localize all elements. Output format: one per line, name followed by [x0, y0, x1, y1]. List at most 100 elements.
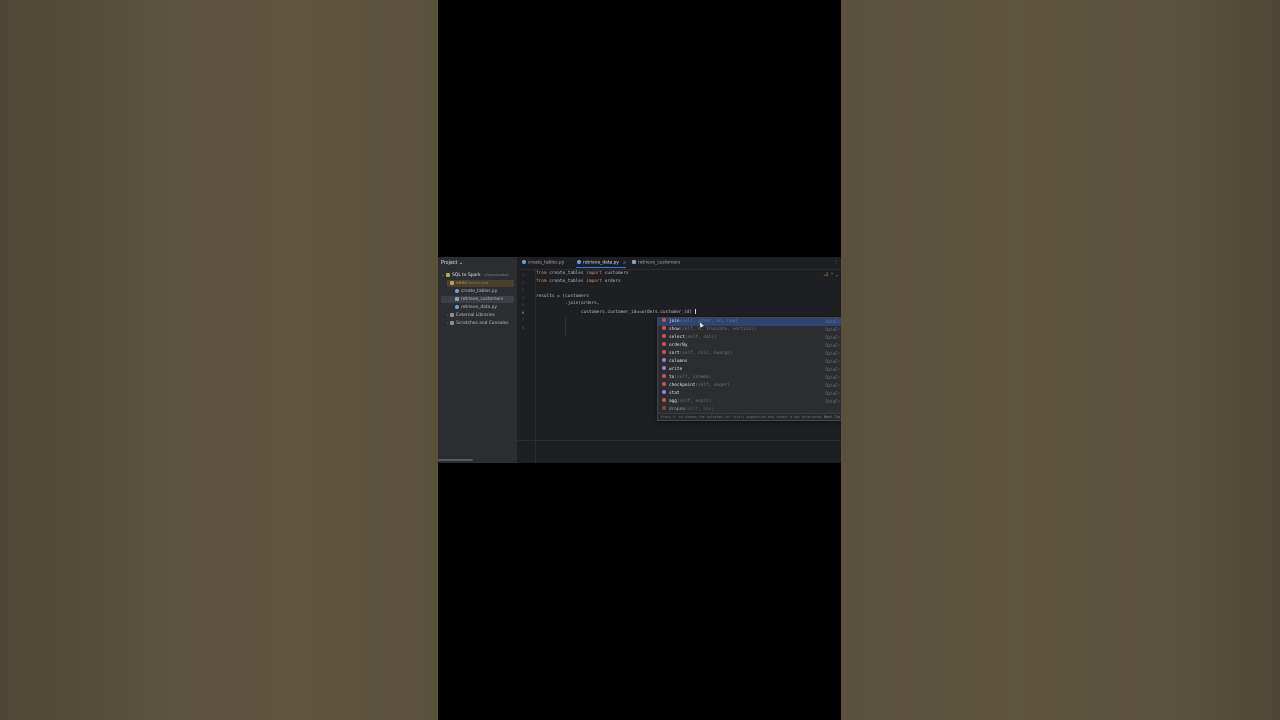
line-number: 6: [522, 309, 525, 315]
completion-item-to[interactable]: to(self, schema) DataFr: [658, 374, 841, 382]
chevron-down-icon: ⌄: [441, 273, 445, 278]
completion-item-select[interactable]: select(self, cols) DataFr: [658, 334, 841, 342]
line-number: 4: [522, 294, 525, 300]
method-icon: [662, 382, 666, 386]
gutter-divider: [535, 270, 536, 463]
method-icon: [662, 334, 666, 338]
completion-name: orderBy: [669, 343, 688, 348]
tab-retrieve-data[interactable]: retrieve_data.py ×: [577, 260, 626, 266]
tree-item-retrieve-customers[interactable]: retrieve_customers: [441, 296, 514, 303]
completion-type: DataFr: [825, 335, 840, 340]
completion-item-sort[interactable]: sort(self, cols, kwargs) DataFr: [658, 350, 841, 358]
completion-signature: (self, n, truncate, vertical): [679, 327, 757, 332]
property-icon: [662, 358, 666, 362]
line-number: 7: [522, 317, 525, 322]
next-tip-link[interactable]: Next Tip: [824, 414, 840, 420]
completion-type: DataFr: [825, 359, 840, 364]
completion-type: DataFr: [825, 327, 840, 332]
active-tab-indicator: [576, 267, 626, 268]
completion-name: select: [669, 335, 685, 340]
tree-item-note: library root: [468, 281, 489, 285]
code-line-5: .join(orders,: [536, 301, 600, 306]
code-text: create_tables: [546, 278, 587, 284]
property-icon: [662, 366, 666, 370]
folder-icon: [450, 280, 455, 285]
completion-type: DataFr: [825, 375, 840, 380]
method-icon: [662, 342, 666, 346]
method-icon: [662, 318, 666, 322]
tree-item-venv[interactable]: › venv library root: [447, 280, 514, 287]
project-panel-header[interactable]: Project ⌄: [441, 261, 463, 266]
completion-type: DataFr: [825, 367, 840, 372]
video-letterbox-left: [0, 0, 438, 720]
more-tabs-icon[interactable]: ⋮: [834, 260, 838, 265]
line-number: 2: [522, 279, 525, 285]
completion-type: DataFr: [825, 343, 840, 348]
code-line-1: from create_tables import customers: [536, 271, 629, 276]
tree-item-label: retrieve_data.py: [461, 305, 498, 310]
completion-type: DataFr: [825, 351, 840, 356]
tree-item-label: create_tables.py: [461, 289, 498, 294]
method-icon: [662, 374, 666, 378]
tab-create-tables[interactable]: create_tables.py: [522, 260, 564, 266]
completion-item-show[interactable]: show(self, n, truncate, vertical) DataFr: [658, 326, 841, 334]
keyword: from: [536, 278, 547, 284]
python-file-icon: [455, 304, 459, 309]
tab-label: retrieve_data.py: [583, 260, 620, 266]
method-icon: [662, 350, 666, 354]
line-number: 1: [522, 272, 525, 277]
tab-label: create_tables.py: [528, 260, 565, 266]
python-file-icon: [522, 260, 526, 264]
method-icon: [662, 326, 666, 330]
completion-item-write[interactable]: write DataFr: [658, 366, 841, 374]
python-file-icon: [455, 288, 459, 293]
tree-item-label: External Libraries: [456, 313, 495, 318]
completion-item-orderby[interactable]: orderBy DataFr: [658, 342, 841, 350]
code-line-2: from create_tables import orders: [536, 279, 621, 284]
completion-type: DataFr: [825, 383, 840, 388]
tab-retrieve-customers[interactable]: retrieve_customers: [632, 260, 680, 266]
warning-indicator[interactable]: ⚠2 ^ ⌄: [824, 272, 838, 277]
completion-item-agg[interactable]: agg(self, exprs) DataFr: [658, 398, 841, 406]
tree-root[interactable]: ⌄ SQL to Spark ~/Downloads/t: [441, 272, 509, 279]
indent-guide: [565, 317, 566, 337]
keyword: import: [586, 271, 603, 276]
completion-signature: (self, cols, kwargs): [679, 351, 733, 356]
tree-item-scratches[interactable]: › Scratches and Consoles: [447, 320, 509, 327]
table-icon: [455, 296, 459, 301]
tab-label: retrieve_customers: [638, 260, 681, 266]
horizontal-scrollbar[interactable]: [438, 459, 473, 461]
python-file-icon: [577, 260, 581, 264]
tree-item-create-tables[interactable]: create_tables.py: [455, 288, 497, 295]
completion-item-stat[interactable]: stat DataFr: [658, 390, 841, 398]
folder-icon: [446, 272, 451, 277]
video-letterbox-right: [841, 0, 1280, 720]
completion-item-dropna[interactable]: dropna(self, how): [658, 406, 841, 412]
completion-type: DataFr: [825, 391, 840, 396]
completion-signature: (self, schema): [674, 375, 712, 380]
completion-signature: (self, how): [684, 407, 714, 412]
close-icon[interactable]: ×: [622, 261, 626, 266]
completion-signature: (self, exprs): [676, 399, 712, 404]
tree-item-external-libraries[interactable]: › External Libraries: [447, 312, 495, 319]
method-icon: [662, 398, 666, 402]
code-line-6: customers.customer_id==orders.customer_i…: [536, 308, 696, 315]
completion-item-checkpoint[interactable]: checkpoint(self, eager) DataFr: [658, 382, 841, 390]
line-gutter: 1 2 3 4 5 6 7 8: [518, 270, 534, 463]
video-frame: Project ⌄ ⌄ SQL to Spark ~/Downloads/t ›…: [438, 0, 841, 720]
completion-name: agg: [669, 399, 677, 404]
editor-bottom-border: [438, 440, 841, 441]
completion-footer-hint: Press ⌘. to choose the selected (or firs…: [658, 413, 841, 420]
keyword: from: [536, 271, 547, 276]
code-text: customers: [602, 271, 629, 276]
completion-name: join: [669, 319, 680, 324]
line-number: 8: [522, 324, 525, 330]
completion-item-columns[interactable]: columns DataFr: [658, 358, 841, 366]
completion-item-join[interactable]: join(self, other, on, how) DataFr: [658, 318, 841, 326]
method-icon: [662, 406, 666, 410]
editor-tabs: create_tables.py retrieve_data.py × retr…: [518, 257, 841, 270]
scratches-icon: [450, 320, 455, 325]
table-icon: [632, 260, 636, 264]
tree-item-retrieve-data[interactable]: retrieve_data.py: [455, 304, 497, 311]
code-text: orders: [602, 278, 621, 284]
